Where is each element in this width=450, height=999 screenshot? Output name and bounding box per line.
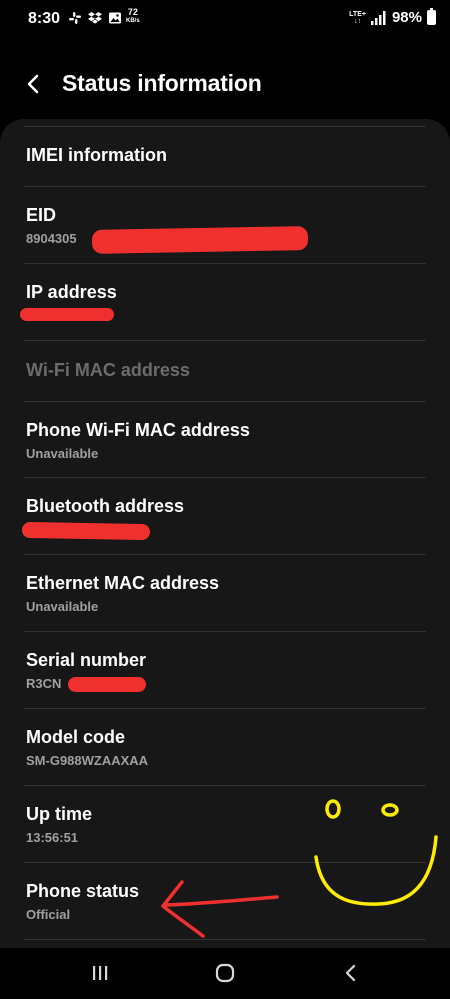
item-title: Model code	[26, 727, 126, 747]
item-title: Up time	[26, 804, 93, 824]
list-item-phone-wifi-mac[interactable]: Phone Wi-Fi MAC address Unavailable	[0, 420, 450, 461]
divider	[24, 631, 426, 632]
item-title: Phone status	[26, 881, 140, 901]
divider	[24, 554, 426, 555]
status-bar: 8:30 72 KB/s LTE+ ↓↑ 98%	[0, 0, 450, 40]
item-value: 13:56:51	[26, 830, 79, 845]
list-item-bluetooth-address[interactable]: Bluetooth address	[0, 496, 450, 517]
battery-level: 98%	[391, 9, 422, 26]
divider	[24, 186, 426, 187]
item-title: IMEI information	[26, 145, 167, 165]
page-title: Status information	[62, 70, 262, 96]
network-type: LTE+	[349, 10, 366, 18]
item-title: Serial number	[26, 650, 147, 670]
gallery-icon	[109, 12, 121, 24]
divider	[24, 401, 426, 402]
item-value: SM-G988WZAAXAA	[26, 753, 149, 768]
dropbox-icon	[88, 12, 102, 24]
divider	[24, 939, 426, 940]
list-item-imei[interactable]: IMEI information	[0, 145, 450, 166]
list-item-phone-status[interactable]: Phone status Official	[0, 881, 450, 922]
divider	[24, 477, 426, 478]
list-item-model-code[interactable]: Model code SM-G988WZAAXAA	[0, 727, 450, 768]
network-lte-icon: LTE+ ↓↑	[349, 10, 366, 25]
signal-icon	[370, 10, 386, 25]
item-title: Ethernet MAC address	[26, 573, 220, 593]
list-item-wifi-mac: Wi-Fi MAC address	[0, 360, 450, 381]
item-value: Unavailable	[26, 599, 99, 614]
status-time: 8:30	[28, 10, 61, 27]
speed-unit: KB/s	[126, 18, 140, 24]
app-header: Status information	[0, 58, 450, 110]
divider	[24, 126, 426, 127]
list-item-ip-address[interactable]: IP address	[0, 282, 450, 303]
redaction-ip-address	[20, 308, 114, 321]
divider	[24, 340, 426, 341]
slack-icon	[69, 12, 81, 24]
system-icons: LTE+ ↓↑ 98%	[349, 8, 436, 26]
item-title: Bluetooth address	[26, 496, 185, 516]
back-icon[interactable]	[338, 960, 364, 986]
divider	[24, 708, 426, 709]
redaction-bluetooth-address	[21, 521, 151, 541]
item-title: IP address	[26, 282, 117, 302]
list-item-up-time[interactable]: Up time 13:56:51	[0, 804, 450, 845]
divider	[24, 785, 426, 786]
speed-value: 72	[127, 7, 138, 17]
redaction-serial-number	[68, 677, 146, 692]
chevron-left-icon[interactable]	[22, 72, 46, 96]
item-value: Official	[26, 907, 71, 922]
divider	[24, 263, 426, 264]
network-speed: 72 KB/s	[126, 8, 140, 26]
item-title: EID	[26, 205, 57, 225]
redaction-eid	[91, 226, 309, 254]
item-title: Wi-Fi MAC address	[26, 360, 190, 380]
item-title: Phone Wi-Fi MAC address	[26, 420, 250, 440]
item-value: Unavailable	[26, 446, 99, 461]
list-item-ethernet-mac[interactable]: Ethernet MAC address Unavailable	[0, 573, 450, 614]
divider	[24, 862, 426, 863]
home-icon[interactable]	[212, 960, 238, 986]
navigation-bar	[0, 948, 450, 999]
recents-icon[interactable]	[87, 960, 113, 986]
notification-icons	[68, 11, 122, 25]
battery-icon	[427, 8, 436, 25]
